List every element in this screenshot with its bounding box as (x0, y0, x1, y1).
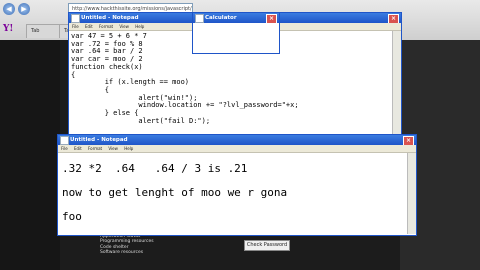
menu-format[interactable]: Format (99, 24, 113, 29)
calculator-icon (195, 14, 204, 23)
menu-format[interactable]: Format (88, 146, 102, 151)
page-left-panel (0, 40, 60, 270)
window-title[interactable]: Calculator × (193, 13, 279, 23)
window-title-text: Calculator (205, 15, 237, 21)
text-area[interactable]: .32 *2 .64 .64 / 3 is .21 now to get leng… (62, 157, 287, 229)
text-line: .32 *2 .64 .64 / 3 is .21 (62, 162, 248, 175)
menu-edit[interactable]: Edit (74, 146, 82, 151)
browser-tab[interactable]: Tab (26, 24, 62, 38)
menu-edit[interactable]: Edit (85, 24, 93, 29)
window-title[interactable]: Untitled - Notepad × (58, 135, 416, 145)
menu-help[interactable]: Help (135, 24, 144, 29)
back-icon[interactable]: ◀ (3, 3, 15, 15)
notepad-window-notes[interactable]: Untitled - Notepad × File Edit Format Vi… (57, 134, 417, 236)
menu-view[interactable]: View (108, 146, 118, 151)
close-icon[interactable]: × (388, 14, 399, 23)
menu-bar: File Edit Format View Help (58, 145, 416, 153)
check-password-button[interactable]: Check Password (244, 240, 290, 251)
close-icon[interactable]: × (403, 136, 414, 145)
menu-view[interactable]: View (119, 24, 129, 29)
menu-file[interactable]: File (61, 146, 68, 151)
text-line: foo (62, 210, 82, 223)
scrollbar[interactable] (392, 31, 401, 140)
page-link[interactable]: Software resources (100, 250, 154, 256)
window-title-text: Untitled - Notepad (70, 137, 128, 143)
calculator-window[interactable]: Calculator × (192, 12, 280, 54)
menu-file[interactable]: File (72, 24, 79, 29)
notepad-icon (60, 136, 69, 145)
page-link[interactable]: Programming resources (100, 239, 154, 245)
window-title-text: Untitled - Notepad (81, 15, 139, 21)
notepad-icon (71, 14, 80, 23)
yahoo-logo: Y! (3, 24, 14, 34)
close-icon[interactable]: × (266, 14, 277, 23)
text-line: function check(x) (71, 62, 143, 71)
scrollbar[interactable] (407, 153, 416, 234)
forward-icon[interactable]: ▶ (18, 3, 30, 15)
text-line: now to get lenght of moo we r gona (62, 186, 288, 199)
menu-help[interactable]: Help (124, 146, 133, 151)
text-line: alert("fail D:"); (71, 116, 211, 125)
